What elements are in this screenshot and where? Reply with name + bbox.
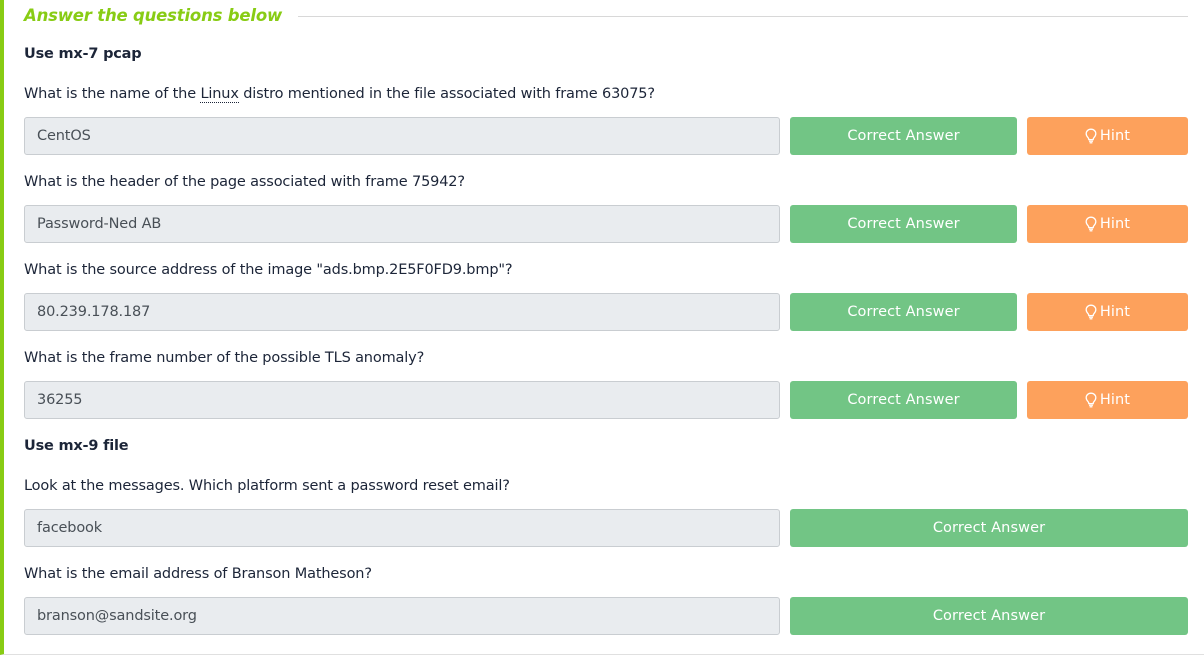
hint-label: Hint bbox=[1099, 304, 1131, 320]
correct-answer-label: Correct Answer bbox=[847, 304, 960, 320]
hint-label: Hint bbox=[1099, 392, 1131, 408]
answer-field[interactable] bbox=[24, 205, 780, 243]
answer-field[interactable] bbox=[24, 381, 780, 419]
hint-label: Hint bbox=[1099, 216, 1131, 232]
panel-title: Answer the questions below bbox=[24, 5, 283, 25]
question-text-part: distro mentioned in the file associated … bbox=[238, 86, 655, 102]
correct-answer-label: Correct Answer bbox=[847, 128, 960, 144]
question-text: What is the header of the page associate… bbox=[24, 174, 465, 190]
correct-answer-button[interactable]: Correct Answer bbox=[790, 293, 1017, 331]
lightbulb-icon bbox=[1085, 216, 1097, 231]
correct-answer-label: Correct Answer bbox=[932, 608, 1046, 624]
hint-button[interactable]: Hint bbox=[1027, 117, 1188, 155]
answer-field[interactable] bbox=[24, 117, 780, 155]
correct-answer-button[interactable]: Correct Answer bbox=[790, 381, 1017, 419]
correct-answer-button[interactable]: Correct Answer bbox=[790, 117, 1017, 155]
correct-answer-label: Correct Answer bbox=[847, 392, 960, 408]
hint-button[interactable]: Hint bbox=[1027, 205, 1188, 243]
title-divider bbox=[298, 15, 1188, 17]
lightbulb-icon bbox=[1085, 128, 1097, 143]
question-text-part: What is the name of the bbox=[24, 86, 201, 102]
answer-field[interactable] bbox=[24, 293, 780, 331]
correct-answer-label: Correct Answer bbox=[847, 216, 960, 232]
correct-answer-button[interactable]: Correct Answer bbox=[790, 205, 1017, 243]
question-text: What is the source address of the image … bbox=[24, 262, 513, 278]
answer-field[interactable] bbox=[24, 597, 780, 635]
question-text: What is the frame number of the possible… bbox=[24, 350, 425, 366]
correct-answer-button[interactable]: Correct Answer bbox=[790, 509, 1188, 547]
question-text: Look at the messages. Which platform sen… bbox=[24, 478, 510, 494]
lightbulb-icon bbox=[1085, 304, 1097, 319]
section-label-mx9: Use mx-9 file bbox=[24, 438, 129, 454]
linux-abbreviation[interactable]: Linux bbox=[200, 86, 239, 103]
hint-button[interactable]: Hint bbox=[1027, 293, 1188, 331]
lightbulb-icon bbox=[1085, 392, 1097, 407]
question-text: What is the name of the Linux distro men… bbox=[24, 86, 655, 103]
hint-label: Hint bbox=[1099, 128, 1131, 144]
questions-panel: Answer the questions below Use mx-7 pcap… bbox=[0, 0, 1204, 655]
answer-field[interactable] bbox=[24, 509, 780, 547]
panel-header: Answer the questions below bbox=[24, 3, 1188, 27]
section-label-mx7: Use mx-7 pcap bbox=[24, 46, 142, 62]
question-text: What is the email address of Branson Mat… bbox=[24, 566, 372, 582]
hint-button[interactable]: Hint bbox=[1027, 381, 1188, 419]
correct-answer-button[interactable]: Correct Answer bbox=[790, 597, 1188, 635]
correct-answer-label: Correct Answer bbox=[932, 520, 1046, 536]
